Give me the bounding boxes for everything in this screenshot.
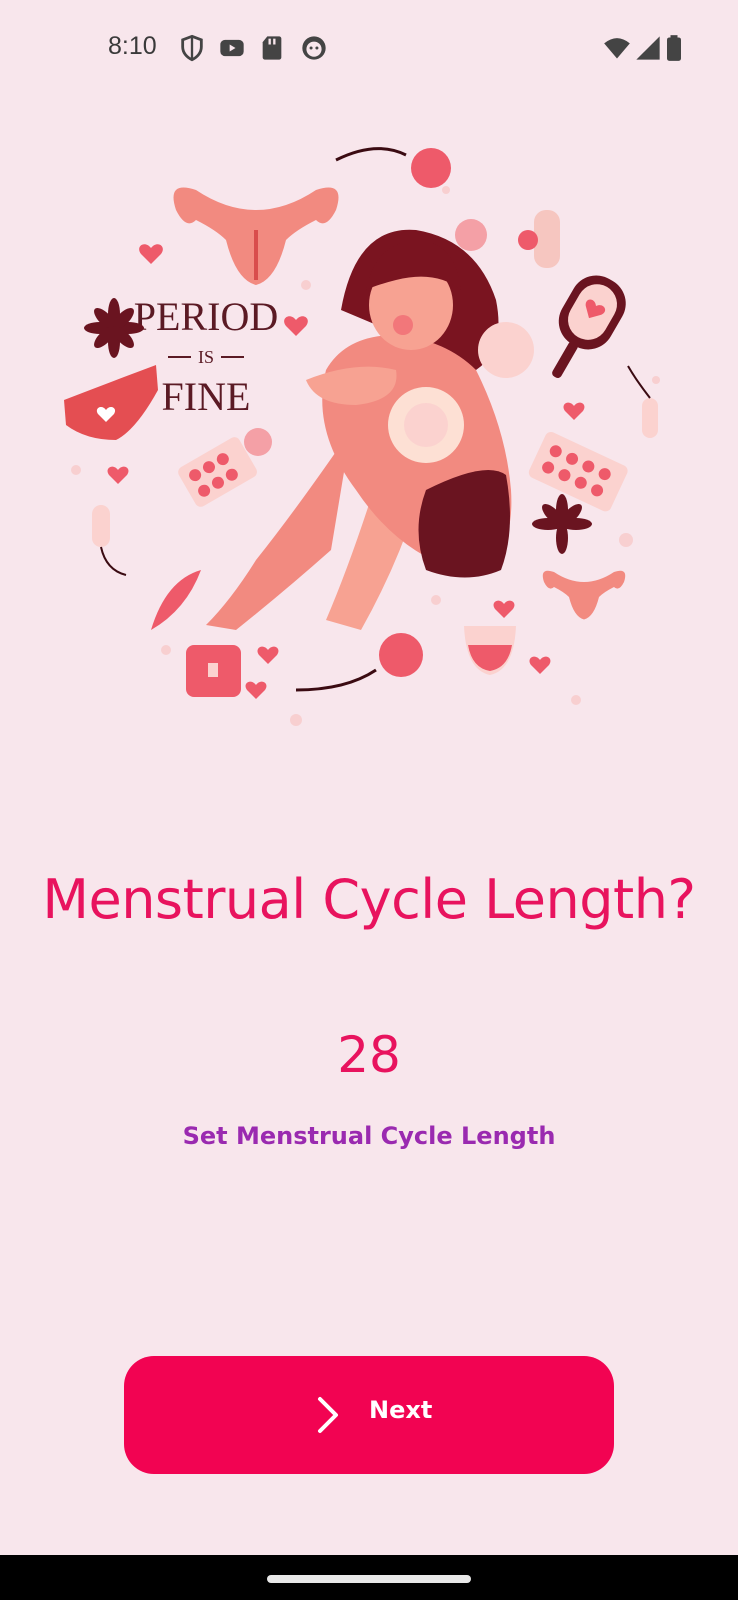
chevron-right-icon	[318, 1397, 338, 1433]
badge-line-1: PERIOD	[134, 294, 278, 339]
next-button[interactable]: Next	[124, 1356, 614, 1474]
face-icon	[302, 36, 326, 60]
page-title: Menstrual Cycle Length?	[42, 868, 696, 931]
status-bar: 8:10	[0, 0, 738, 96]
youtube-icon	[220, 39, 244, 57]
badge-line-2: IS	[198, 347, 214, 367]
navigation-bar	[0, 1555, 738, 1600]
set-cycle-length-link[interactable]: Set Menstrual Cycle Length	[0, 1122, 738, 1150]
next-button-label: Next	[369, 1396, 433, 1424]
badge-line-3: FINE	[162, 374, 251, 419]
cellular-signal-icon	[636, 36, 660, 60]
battery-icon	[667, 35, 681, 61]
period-illustration: PERIOD IS FINE	[64, 147, 660, 726]
shield-icon	[181, 34, 203, 62]
home-gesture-handle[interactable]	[267, 1575, 471, 1583]
sd-card-icon	[262, 36, 282, 60]
wifi-icon	[604, 38, 630, 59]
cycle-length-value[interactable]: 28	[0, 1026, 738, 1084]
status-time: 8:10	[108, 32, 157, 60]
